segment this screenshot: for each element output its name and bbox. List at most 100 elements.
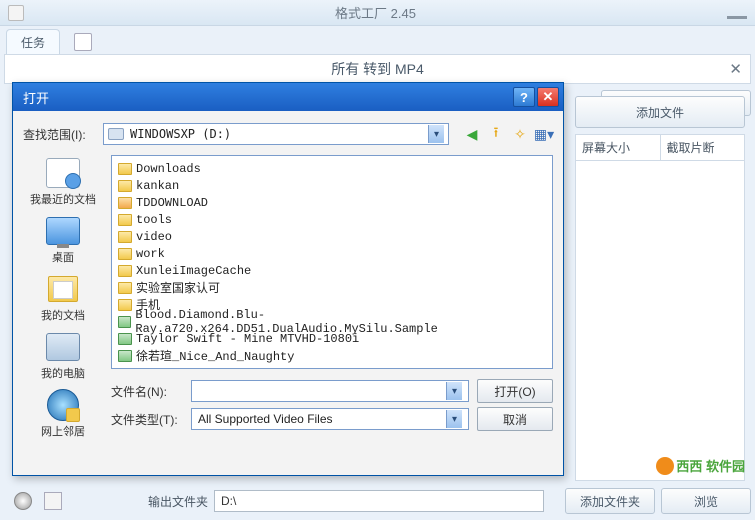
filetype-label: 文件类型(T): (111, 411, 183, 428)
convert-title: 所有 转到 MP4 (331, 59, 424, 79)
filetype-row: 文件类型(T): All Supported Video Files ▾ 取消 (111, 405, 553, 433)
file-list[interactable]: Downloads kankan TDDOWNLOAD tools video work X… (111, 155, 553, 369)
nav-icons: ◀ ⭱ ✧ ▦▾ (463, 125, 553, 143)
my-documents-icon (48, 276, 78, 302)
tab-tasks[interactable]: 任务 (6, 29, 60, 55)
file-row[interactable]: 徐若瑄_Nice_And_Naughty (118, 347, 546, 364)
file-row[interactable]: TDDOWNLOAD (118, 194, 546, 211)
dialog-main: 我最近的文档 桌面 我的文档 我的电脑 (23, 155, 553, 433)
right-column: 添加文件 屏幕大小 截取片断 (575, 96, 745, 481)
back-icon[interactable]: ◀ (463, 125, 481, 143)
file-list-panel (575, 161, 745, 481)
file-name: 徐若瑄_Nice_And_Naughty (136, 347, 294, 364)
place-network[interactable]: 网上邻居 (25, 387, 101, 441)
dialog-bottom: 文件名(N): ▾ 打开(O) 文件类型(T): All Supported V… (111, 377, 553, 433)
place-my-computer[interactable]: 我的电脑 (25, 329, 101, 383)
open-dialog: 打开 ? ✕ 查找范围(I): WINDOWSXP (D:) ▾ ◀ ⭱ ✧ ▦… (12, 82, 564, 476)
file-row[interactable]: tools (118, 211, 546, 228)
watermark-text: 西西 软件园 (676, 456, 745, 475)
lookin-select[interactable]: WINDOWSXP (D:) ▾ (103, 123, 449, 145)
add-folder-button[interactable]: 添加文件夹 (565, 488, 655, 514)
convert-titlebar: 所有 转到 MP4 ✕ (4, 54, 751, 84)
minimize-icon[interactable] (727, 16, 747, 19)
output-folder-input[interactable]: D:\ (214, 490, 544, 512)
place-recent-docs[interactable]: 我最近的文档 (25, 155, 101, 209)
folder-icon (118, 197, 132, 209)
up-one-level-icon[interactable]: ⭱ (487, 125, 505, 143)
chevron-down-icon[interactable]: ▾ (428, 125, 444, 143)
place-desktop[interactable]: 桌面 (25, 213, 101, 267)
file-row[interactable]: Downloads (118, 160, 546, 177)
lookin-value: WINDOWSXP (D:) (130, 127, 422, 141)
dialog-title: 打开 (23, 88, 511, 107)
file-name: work (136, 247, 165, 261)
filetype-select[interactable]: All Supported Video Files ▾ (191, 408, 469, 430)
tool-icon[interactable] (44, 492, 62, 510)
watermark-logo-icon (656, 457, 674, 475)
cancel-button[interactable]: 取消 (477, 407, 553, 431)
dialog-body: 查找范围(I): WINDOWSXP (D:) ▾ ◀ ⭱ ✧ ▦▾ (13, 111, 563, 441)
file-name: 实验室国家认可 (136, 279, 220, 296)
main-titlebar: 格式工厂 2.45 (0, 0, 755, 26)
place-my-documents[interactable]: 我的文档 (25, 271, 101, 325)
file-area: Downloads kankan TDDOWNLOAD tools video work X… (111, 155, 553, 433)
chevron-down-icon[interactable]: ▾ (446, 382, 462, 400)
folder-icon (118, 265, 132, 277)
desktop-icon (46, 217, 80, 245)
folder-icon (118, 180, 132, 192)
network-places-icon (47, 389, 79, 421)
places-bar: 我最近的文档 桌面 我的文档 我的电脑 (23, 155, 103, 433)
folder-icon (118, 248, 132, 260)
file-name: Taylor Swift - Mine MTVHD-1080i (136, 332, 359, 346)
folder-icon (118, 231, 132, 243)
chevron-down-icon[interactable]: ▾ (446, 410, 462, 428)
filename-input[interactable]: ▾ (191, 380, 469, 402)
close-icon[interactable]: ✕ (729, 60, 742, 78)
file-row[interactable]: XunleiImageCache (118, 262, 546, 279)
file-row[interactable]: video (118, 228, 546, 245)
browse-button[interactable]: 浏览 (661, 488, 751, 514)
output-folder-label: 输出文件夹 (148, 493, 208, 510)
file-name: kankan (136, 179, 179, 193)
filename-row: 文件名(N): ▾ 打开(O) (111, 377, 553, 405)
main-window: 格式工厂 2.45 任务 所有 转到 MP4 ✕ 确定 添加文件 屏幕大小 截取… (0, 0, 755, 520)
folder-icon (118, 163, 132, 175)
list-headers: 屏幕大小 截取片断 (575, 134, 745, 161)
recent-docs-icon (46, 158, 80, 188)
doc-icon[interactable] (74, 33, 92, 51)
disc-icon[interactable] (14, 492, 32, 510)
file-name: Downloads (136, 162, 201, 176)
file-row[interactable]: kankan (118, 177, 546, 194)
drive-icon (108, 128, 124, 140)
header-screensize: 屏幕大小 (576, 135, 661, 160)
view-menu-icon[interactable]: ▦▾ (535, 125, 553, 143)
dialog-titlebar[interactable]: 打开 ? ✕ (13, 83, 563, 111)
file-row[interactable]: Blood.Diamond.Blu-Ray.a720.x264.DD51.Dua… (118, 313, 546, 330)
help-button[interactable]: ? (513, 87, 535, 107)
video-file-icon (118, 350, 132, 362)
app-title: 格式工厂 2.45 (24, 3, 727, 22)
folder-icon (118, 214, 132, 226)
watermark: 西西 软件园 (656, 456, 745, 475)
lookin-label: 查找范围(I): (23, 126, 95, 143)
open-button[interactable]: 打开(O) (477, 379, 553, 403)
header-clip: 截取片断 (661, 135, 745, 160)
file-name: XunleiImageCache (136, 264, 251, 278)
folder-icon (118, 282, 132, 294)
file-name: video (136, 230, 172, 244)
video-file-icon (118, 316, 131, 328)
file-row[interactable]: work (118, 245, 546, 262)
file-row[interactable]: 实验室国家认可 (118, 279, 546, 296)
new-folder-icon[interactable]: ✧ (511, 125, 529, 143)
video-file-icon (118, 333, 132, 345)
app-icon (8, 5, 24, 21)
folder-icon (118, 299, 132, 311)
file-name: tools (136, 213, 172, 227)
tabbar: 任务 (0, 26, 755, 54)
add-file-button[interactable]: 添加文件 (575, 96, 745, 128)
filename-label: 文件名(N): (111, 383, 183, 400)
bottom-row: 输出文件夹 D:\ 添加文件夹 浏览 (4, 486, 751, 516)
dialog-close-button[interactable]: ✕ (537, 87, 559, 107)
my-computer-icon (46, 333, 80, 361)
file-name: TDDOWNLOAD (136, 196, 208, 210)
